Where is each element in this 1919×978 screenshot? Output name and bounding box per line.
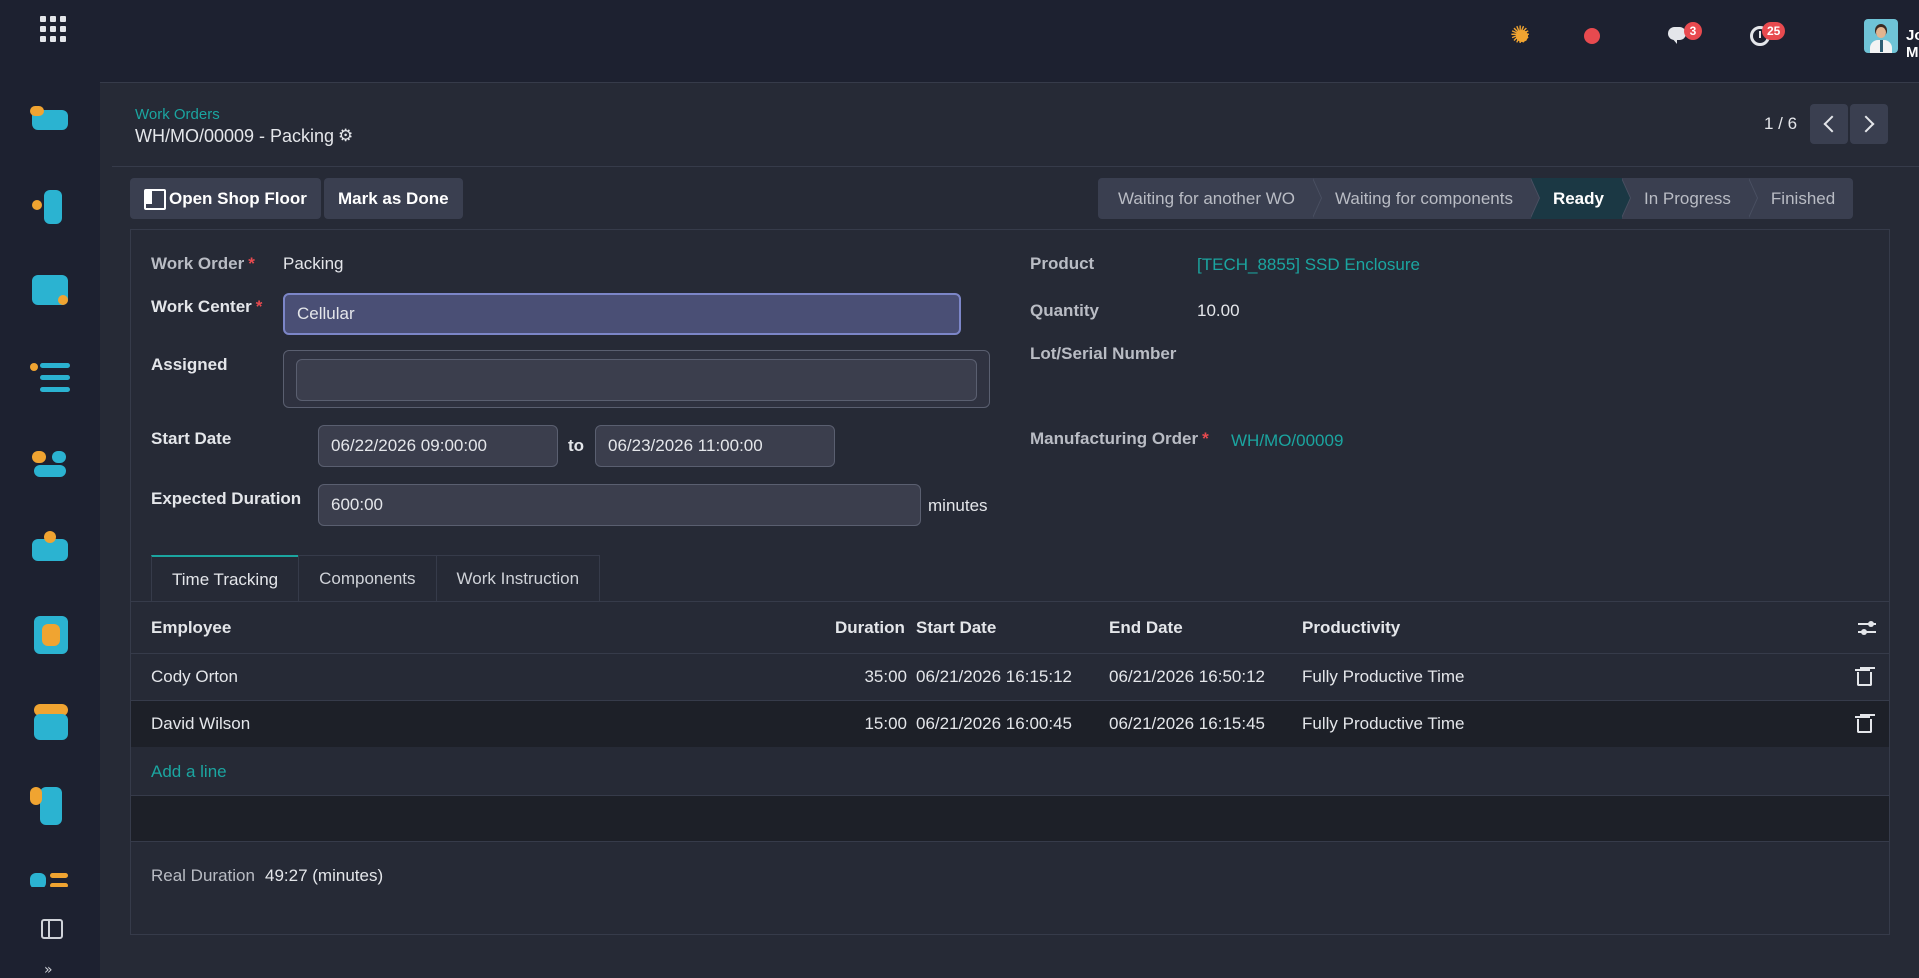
planning-app-icon[interactable] (30, 865, 72, 887)
work-center-label: Work Center * (151, 297, 263, 316)
end-date-cell: 06/21/2026 16:15:45 (1109, 714, 1265, 733)
chevron-right-icon (1857, 115, 1875, 133)
date-range-to-label: to (568, 436, 585, 455)
expected-duration-label: Expected Duration (151, 489, 302, 508)
assigned-field[interactable] (296, 359, 977, 401)
workorder-status-bar: Waiting for another WO Waiting for compon… (1098, 177, 1854, 219)
trash-icon[interactable] (1855, 716, 1872, 733)
table-row[interactable]: Cody Orton 35:00 06/21/2026 16:15:12 06/21/… (131, 653, 1889, 700)
status-stage-waiting-for-components[interactable]: Waiting for components (1313, 177, 1540, 219)
status-stage-label: Finished (1770, 189, 1836, 208)
assigned-field-wrapper (283, 350, 990, 408)
optional-columns-icon[interactable] (1858, 620, 1876, 636)
duration-cell: 35:00 (864, 667, 907, 686)
app-sidebar: » (0, 0, 100, 978)
column-header-productivity[interactable]: Productivity (1302, 618, 1400, 638)
expand-more-icon[interactable]: » (44, 962, 53, 978)
user-name[interactable]: Jordan Miles (1906, 27, 1919, 61)
status-stage-label: Waiting for another WO (1118, 189, 1295, 208)
start-date-cell: 06/21/2026 16:00:45 (916, 714, 1072, 733)
control-panel-divider (112, 166, 1919, 167)
theme-toggle-sun-icon[interactable] (1510, 21, 1534, 49)
employee-cell: Cody Orton (151, 667, 238, 686)
manufacturing-app-icon[interactable] (30, 186, 72, 228)
column-header-start-date[interactable]: Start Date (916, 618, 996, 638)
point-of-sale-app-icon[interactable] (30, 700, 72, 742)
user-avatar[interactable] (1864, 19, 1898, 53)
top-navbar: 3 25 Jordan Miles (100, 0, 1919, 83)
status-stage-label: In Progress (1643, 189, 1731, 208)
column-header-duration[interactable]: Duration (835, 618, 905, 638)
employee-cell: David Wilson (151, 714, 251, 733)
real-duration-label: Real Duration (151, 866, 255, 885)
stage-separator (1747, 177, 1758, 218)
crm-app-icon[interactable] (30, 529, 72, 571)
pager-value[interactable]: 1 / 6 (1764, 114, 1797, 134)
sidebar-toggle-icon[interactable] (41, 919, 63, 939)
manufacturing-order-label: Manufacturing Order * (1030, 429, 1209, 448)
column-header-end-date[interactable]: End Date (1109, 618, 1183, 638)
employees-app-icon[interactable] (30, 443, 72, 485)
stage-separator (1620, 177, 1631, 218)
productivity-cell: Fully Productive Time (1302, 714, 1465, 733)
status-stage-waiting-for-another-wo[interactable]: Waiting for another WO (1098, 177, 1322, 219)
recording-status-icon[interactable] (1584, 28, 1600, 44)
work-order-value: Packing (283, 254, 344, 273)
mark-as-done-button[interactable]: Mark as Done (324, 178, 463, 219)
end-date-cell: 06/21/2026 16:50:12 (1109, 667, 1265, 686)
stage-separator (1312, 177, 1322, 218)
project-app-icon[interactable] (30, 357, 72, 399)
open-shop-floor-button[interactable]: Open Shop Floor (130, 178, 321, 219)
quantity-label: Quantity (1030, 301, 1099, 320)
product-link[interactable]: [TECH_8855] SSD Enclosure (1197, 255, 1420, 275)
end-date-field[interactable]: 06/23/2026 11:00:00 (595, 425, 835, 467)
stage-separator (1529, 177, 1540, 218)
work-order-label: Work Order * (151, 254, 255, 273)
start-date-field[interactable]: 06/22/2026 09:00:00 (318, 425, 558, 467)
status-stage-finished[interactable]: Finished (1748, 178, 1854, 219)
trash-icon[interactable] (1855, 669, 1872, 686)
apps-menu-icon[interactable] (40, 16, 66, 42)
status-stage-label: Ready (1552, 189, 1604, 208)
status-stage-ready[interactable]: Ready (1529, 177, 1631, 219)
status-stage-in-progress[interactable]: In Progress (1621, 177, 1758, 219)
column-header-employee[interactable]: Employee (151, 618, 231, 638)
gear-icon[interactable]: ⚙ (338, 127, 356, 145)
tab-work-instruction[interactable]: Work Instruction (435, 555, 601, 601)
empty-table-row (131, 795, 1889, 842)
real-duration-value: 49:27 (minutes) (265, 866, 384, 885)
inventory-app-icon[interactable] (30, 100, 72, 142)
product-label: Product (1030, 254, 1095, 273)
notebook-tabs: Time Tracking Components Work Instruction (151, 555, 601, 601)
activities-count-badge: 25 (1762, 22, 1786, 40)
expected-duration-field[interactable]: 600:00 (318, 484, 921, 526)
pager-previous-button[interactable] (1810, 104, 1848, 144)
start-date-cell: 06/21/2026 16:15:12 (916, 667, 1072, 686)
start-date-label: Start Date (151, 429, 232, 448)
accounting-app-icon[interactable] (30, 614, 72, 656)
productivity-cell: Fully Productive Time (1302, 667, 1465, 686)
tab-time-tracking[interactable]: Time Tracking (151, 555, 300, 601)
open-shop-floor-label: Open Shop Floor (169, 189, 307, 208)
duration-unit-label: minutes (928, 496, 988, 515)
lot-serial-label: Lot/Serial Number (1030, 344, 1177, 363)
messages-count-badge: 3 (1684, 22, 1702, 40)
breadcrumb-work-orders[interactable]: Work Orders (135, 106, 220, 123)
chevron-left-icon (1823, 115, 1841, 133)
work-center-field[interactable]: Cellular (283, 293, 961, 335)
shop-floor-icon (144, 189, 166, 210)
table-row[interactable]: David Wilson 15:00 06/21/2026 16:00:45 06/2… (131, 700, 1889, 747)
status-stage-label: Waiting for components (1335, 189, 1513, 208)
quantity-value: 10.00 (1197, 301, 1240, 320)
purchase-app-icon[interactable] (30, 271, 72, 313)
add-a-line-link[interactable]: Add a line (151, 762, 227, 782)
assigned-label: Assigned (151, 355, 228, 374)
duration-cell: 15:00 (864, 714, 907, 733)
pager-next-button[interactable] (1850, 104, 1888, 144)
tab-components[interactable]: Components (298, 555, 437, 601)
quality-app-icon[interactable] (30, 785, 72, 827)
manufacturing-order-link[interactable]: WH/MO/00009 (1231, 431, 1343, 451)
record-title: WH/MO/00009 - Packing (135, 126, 335, 146)
